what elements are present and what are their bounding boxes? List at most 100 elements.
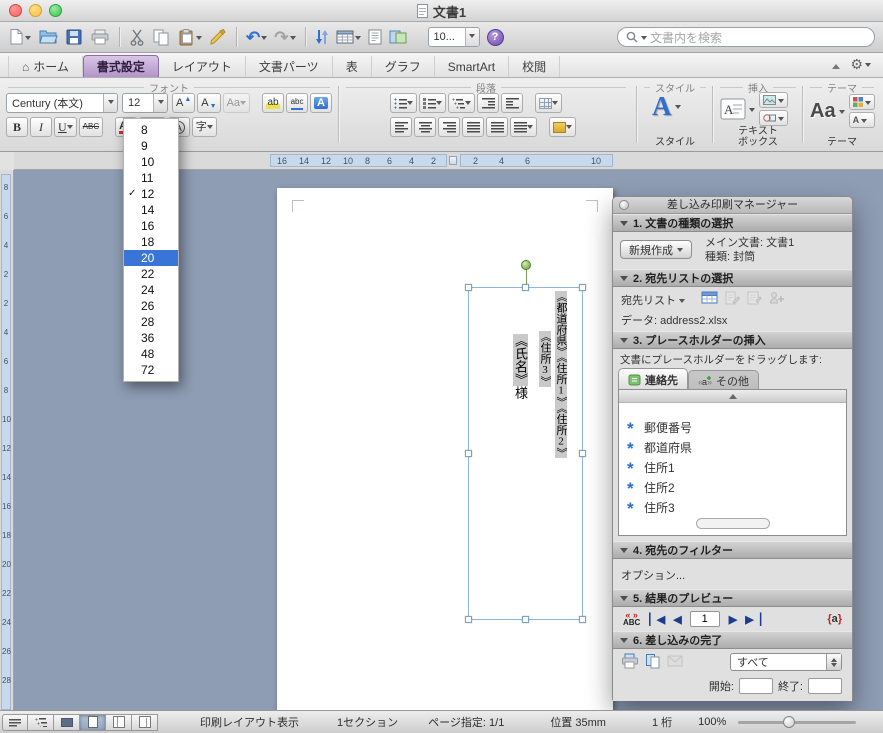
resize-handle[interactable]: [465, 449, 472, 457]
text-direction-button[interactable]: [315, 25, 329, 49]
font-size-option[interactable]: 20: [124, 250, 178, 266]
placeholder-item[interactable]: * 住所1: [619, 457, 846, 477]
insert-table-button[interactable]: [336, 25, 361, 49]
new-document-button[interactable]: [8, 25, 31, 49]
resize-handle[interactable]: [579, 449, 586, 457]
bold-button[interactable]: B: [6, 117, 28, 137]
shading-button[interactable]: [549, 117, 576, 137]
outline-view-button[interactable]: [28, 713, 54, 731]
font-size-option[interactable]: 28: [124, 314, 178, 330]
section-1-header[interactable]: 1. 文書の種類の選択: [613, 214, 852, 232]
undo-button[interactable]: ↶: [246, 25, 268, 49]
font-size-option[interactable]: 11: [124, 170, 178, 186]
print-button[interactable]: [90, 25, 110, 49]
ruby-button[interactable]: 字: [191, 117, 217, 137]
ribbon-settings-button[interactable]: ⚙: [850, 56, 871, 73]
placeholder-item[interactable]: * 都道府県: [619, 437, 846, 457]
styles-button-label[interactable]: スタイル: [638, 137, 712, 148]
rotation-handle[interactable]: [520, 260, 531, 270]
notebook-layout-view-button[interactable]: [106, 713, 132, 731]
underline-button[interactable]: U: [54, 117, 77, 137]
font-size-option[interactable]: 8: [124, 122, 178, 138]
change-case-button[interactable]: Aa: [222, 93, 251, 113]
section-3-header[interactable]: 3. プレースホルダーの挿入: [613, 331, 852, 349]
zoom-combo[interactable]: 10...: [427, 27, 480, 47]
merge-to-new-document-button[interactable]: [645, 653, 661, 669]
section-2-header[interactable]: 2. 宛先リストの選択: [613, 269, 852, 287]
panel-close-button[interactable]: [619, 200, 629, 210]
multilevel-list-button[interactable]: [448, 93, 475, 113]
format-painter-button[interactable]: [209, 25, 227, 49]
search-input[interactable]: 文書内を検索: [617, 27, 875, 47]
tab-document-parts[interactable]: 文書パーツ: [246, 56, 333, 77]
zoom-slider-thumb[interactable]: [783, 715, 796, 728]
edit-recipients-button[interactable]: [747, 290, 762, 305]
merge-to-printer-button[interactable]: [621, 653, 639, 669]
envelope-textbox[interactable]: 《都道府県》《住所1》《住所2》 《住所3》 《氏名》様: [465, 260, 586, 623]
vertical-ruler[interactable]: 8 6 4 2 2 4 6 8 10 12 14 16 18 20 22 24 26 28: [0, 170, 14, 710]
align-center-button[interactable]: [414, 117, 436, 137]
text-effects-button[interactable]: A: [310, 93, 333, 113]
section-6-header[interactable]: 6. 差し込みの完了: [613, 631, 852, 649]
paste-button[interactable]: [177, 25, 202, 49]
more-tab[interactable]: «a» その他: [688, 370, 759, 390]
copy-button[interactable]: [152, 25, 170, 49]
merge-range-select[interactable]: すべて: [730, 653, 842, 671]
line-spacing-button[interactable]: [510, 117, 537, 137]
font-size-option[interactable]: 24: [124, 282, 178, 298]
focus-view-button[interactable]: [132, 713, 158, 731]
contacts-tab[interactable]: 連絡先: [618, 368, 688, 390]
tab-layout[interactable]: レイアウト: [159, 56, 246, 77]
font-name-combo[interactable]: Century (本文): [6, 93, 118, 113]
tab-tables[interactable]: 表: [333, 56, 372, 77]
page-indicator[interactable]: ページ指定: 1/1: [428, 714, 504, 730]
add-recipients-button[interactable]: [769, 290, 785, 305]
highlight-fields-button[interactable]: {a}: [827, 613, 842, 625]
range-end-input[interactable]: [808, 678, 842, 694]
view-merged-data-button[interactable]: « » ABC: [623, 611, 640, 627]
insert-picture-button[interactable]: [759, 92, 788, 108]
theme-fonts-button[interactable]: A: [848, 112, 875, 128]
font-size-option[interactable]: 26: [124, 298, 178, 314]
font-size-option[interactable]: 16: [124, 218, 178, 234]
last-record-button[interactable]: ▶▕: [745, 613, 761, 626]
create-new-button[interactable]: 新規作成: [620, 240, 692, 259]
phonetic-guide-button[interactable]: abc: [286, 93, 309, 113]
resize-handle[interactable]: [579, 284, 586, 291]
grid-settings-button[interactable]: [535, 93, 562, 113]
resize-handle[interactable]: [465, 616, 472, 623]
scroll-up-button[interactable]: [619, 390, 846, 403]
save-button[interactable]: [65, 25, 83, 49]
placeholder-item[interactable]: * 住所3: [619, 497, 846, 517]
print-layout-view-button[interactable]: [80, 713, 106, 731]
range-start-input[interactable]: [738, 678, 773, 694]
font-size-option[interactable]: 48: [124, 346, 178, 362]
document-page[interactable]: 《都道府県》《住所1》《住所2》 《住所3》 《氏名》様: [277, 188, 613, 710]
font-size-option[interactable]: 9: [124, 138, 178, 154]
placeholder-item[interactable]: * 住所2: [619, 477, 846, 497]
font-size-option[interactable]: 14: [124, 202, 178, 218]
grow-font-button[interactable]: A ▲: [172, 93, 196, 113]
publishing-layout-view-button[interactable]: [54, 713, 80, 731]
font-size-option[interactable]: 22: [124, 266, 178, 282]
section-5-header[interactable]: 5. 結果のプレビュー: [613, 589, 852, 607]
placeholder-item[interactable]: * 郵便番号: [619, 417, 846, 437]
first-record-button[interactable]: ▏◀: [649, 613, 665, 626]
tab-review[interactable]: 校閲: [509, 56, 561, 77]
zoom-slider[interactable]: [738, 715, 857, 728]
cut-button[interactable]: [129, 25, 145, 49]
redo-button[interactable]: ↷: [274, 25, 296, 49]
show-marks-button[interactable]: [368, 25, 382, 49]
merge-field[interactable]: 《住所1》: [555, 357, 567, 408]
resize-handle[interactable]: [521, 284, 529, 291]
scroll-pill[interactable]: [695, 518, 770, 529]
section-4-header[interactable]: 4. 宛先のフィルター: [613, 541, 852, 559]
theme-colors-button[interactable]: [848, 94, 875, 110]
highlight-button[interactable]: ab: [262, 93, 285, 113]
themes-button-label[interactable]: テーマ: [804, 137, 880, 148]
font-size-option[interactable]: 72: [124, 362, 178, 378]
bullets-button[interactable]: [390, 93, 417, 113]
resize-handle[interactable]: [521, 616, 529, 623]
edit-data-source-button[interactable]: [725, 290, 740, 305]
tab-smartart[interactable]: SmartArt: [435, 56, 510, 77]
